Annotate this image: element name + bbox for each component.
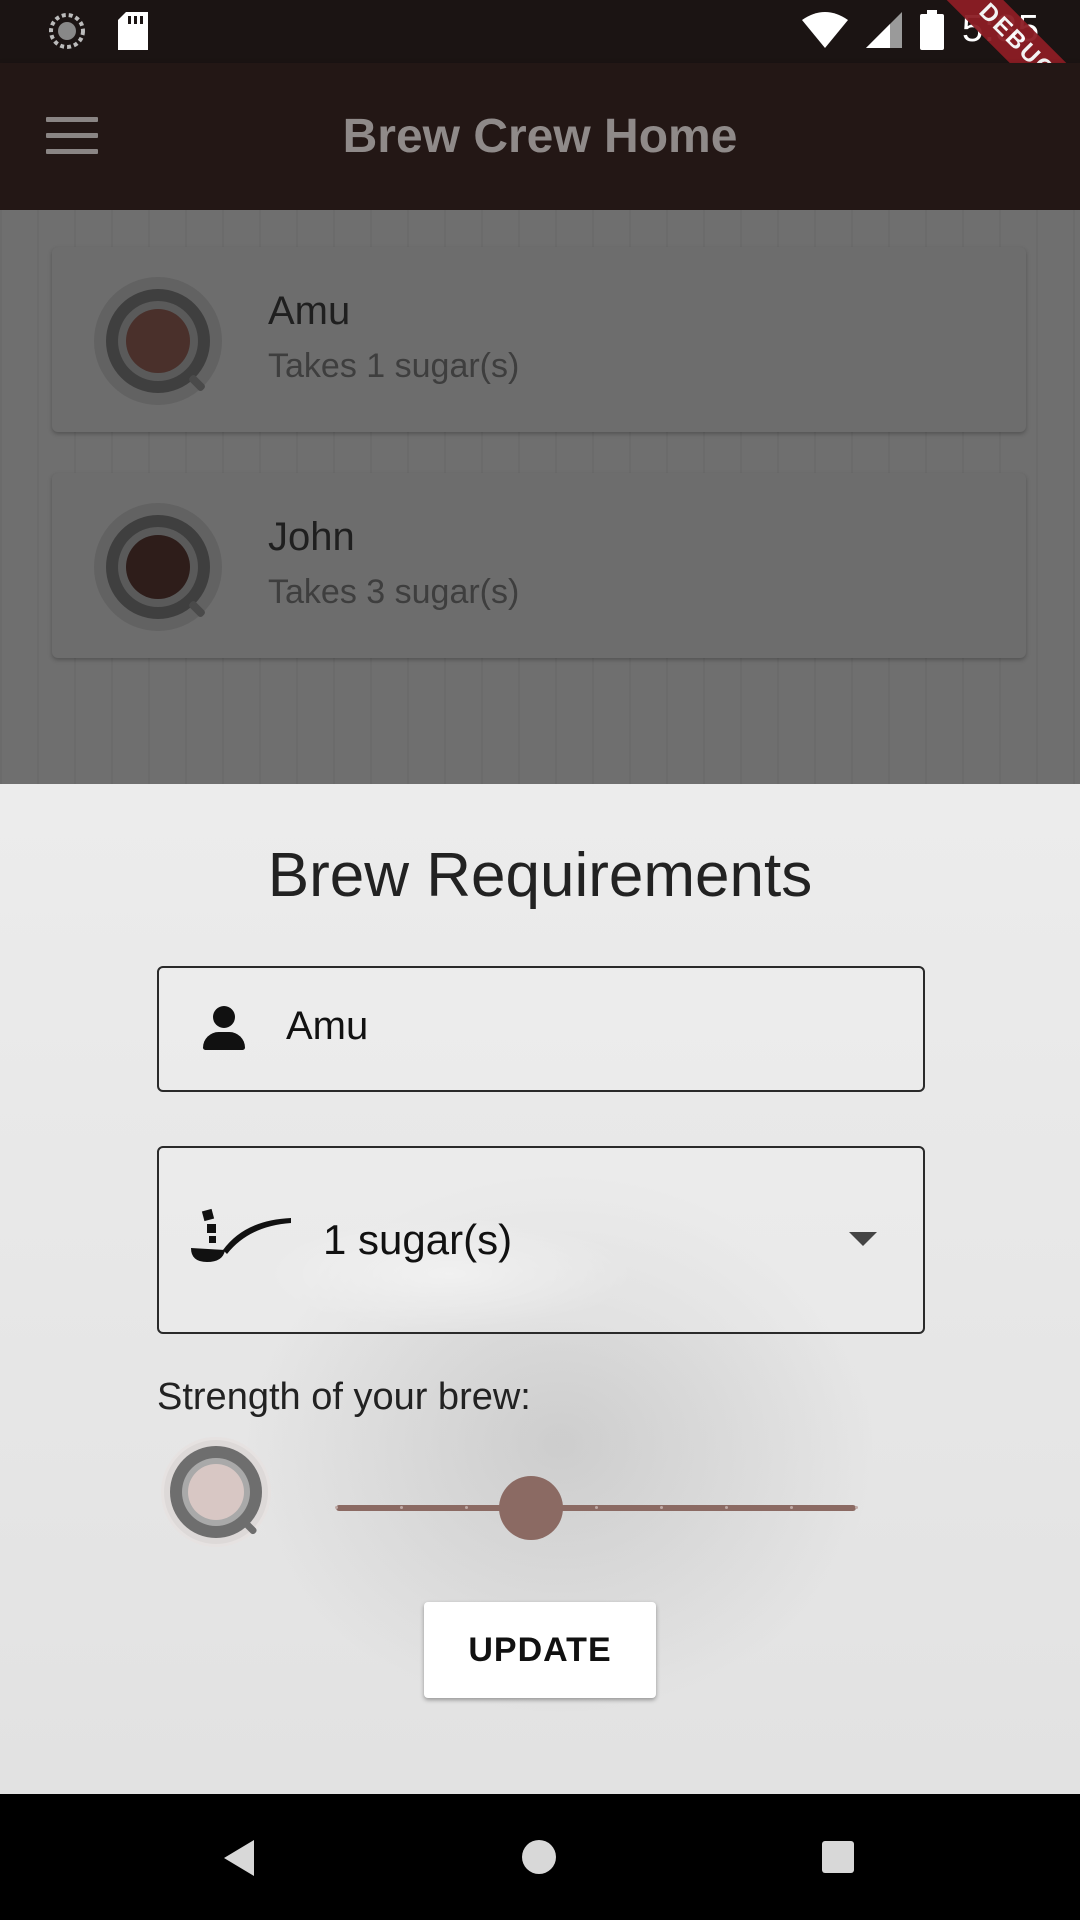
coffee-cup-icon: [106, 289, 210, 393]
slider-tick: [335, 1506, 338, 1509]
wifi-icon: [802, 11, 849, 48]
brew-name: John: [268, 515, 355, 559]
sheet-title: Brew Requirements: [267, 841, 813, 910]
coffee-cup-icon: [164, 1440, 268, 1544]
avatar: [94, 277, 222, 405]
loading-circle-icon: [49, 13, 85, 49]
battery-icon: [920, 9, 945, 50]
back-icon[interactable]: [224, 1840, 254, 1876]
sugar-spoon-icon: [191, 1208, 291, 1262]
name-field[interactable]: Amu: [157, 966, 925, 1092]
signal-icon: [866, 11, 903, 48]
strength-slider[interactable]: [335, 1476, 858, 1540]
system-nav-bar: [0, 1794, 1080, 1920]
sugar-selected-value: 1 sugar(s): [323, 1216, 513, 1263]
recents-icon[interactable]: [822, 1841, 854, 1873]
slider-tick: [465, 1506, 468, 1509]
name-input[interactable]: Amu: [286, 1004, 368, 1049]
slider-tick: [855, 1506, 858, 1509]
settings-bottom-sheet: Brew Requirements Amu 1 sugar(s) Strengt…: [0, 784, 1080, 1794]
brew-card[interactable]: Amu Takes 1 sugar(s): [52, 247, 1026, 432]
strength-label: Strength of your brew:: [157, 1376, 531, 1418]
sugar-dropdown[interactable]: 1 sugar(s): [157, 1146, 925, 1334]
slider-tick: [725, 1506, 728, 1509]
update-button[interactable]: UPDATE: [424, 1602, 656, 1698]
slider-tick: [660, 1506, 663, 1509]
coffee-cup-icon: [106, 515, 210, 619]
brew-sugar: Takes 3 sugar(s): [268, 573, 520, 611]
dropdown-arrow-icon: [849, 1232, 877, 1246]
brew-sugar: Takes 1 sugar(s): [268, 347, 520, 385]
brew-name: Amu: [268, 289, 351, 333]
slider-tick: [400, 1506, 403, 1509]
app-bar: Brew Crew Home: [0, 63, 1080, 210]
person-icon: [201, 1006, 247, 1052]
status-bar: 5:35 DEBUG: [0, 0, 1080, 138]
avatar: [94, 503, 222, 631]
sd-card-icon: [118, 12, 148, 50]
home-icon[interactable]: [522, 1840, 556, 1874]
slider-tick: [595, 1506, 598, 1509]
app-title: Brew Crew Home: [342, 110, 738, 163]
slider-tick: [790, 1506, 793, 1509]
slider-thumb[interactable]: [499, 1476, 563, 1540]
brew-card[interactable]: John Takes 3 sugar(s): [52, 473, 1026, 658]
brew-list: Amu Takes 1 sugar(s) John Takes 3 sugar(…: [0, 210, 1080, 784]
